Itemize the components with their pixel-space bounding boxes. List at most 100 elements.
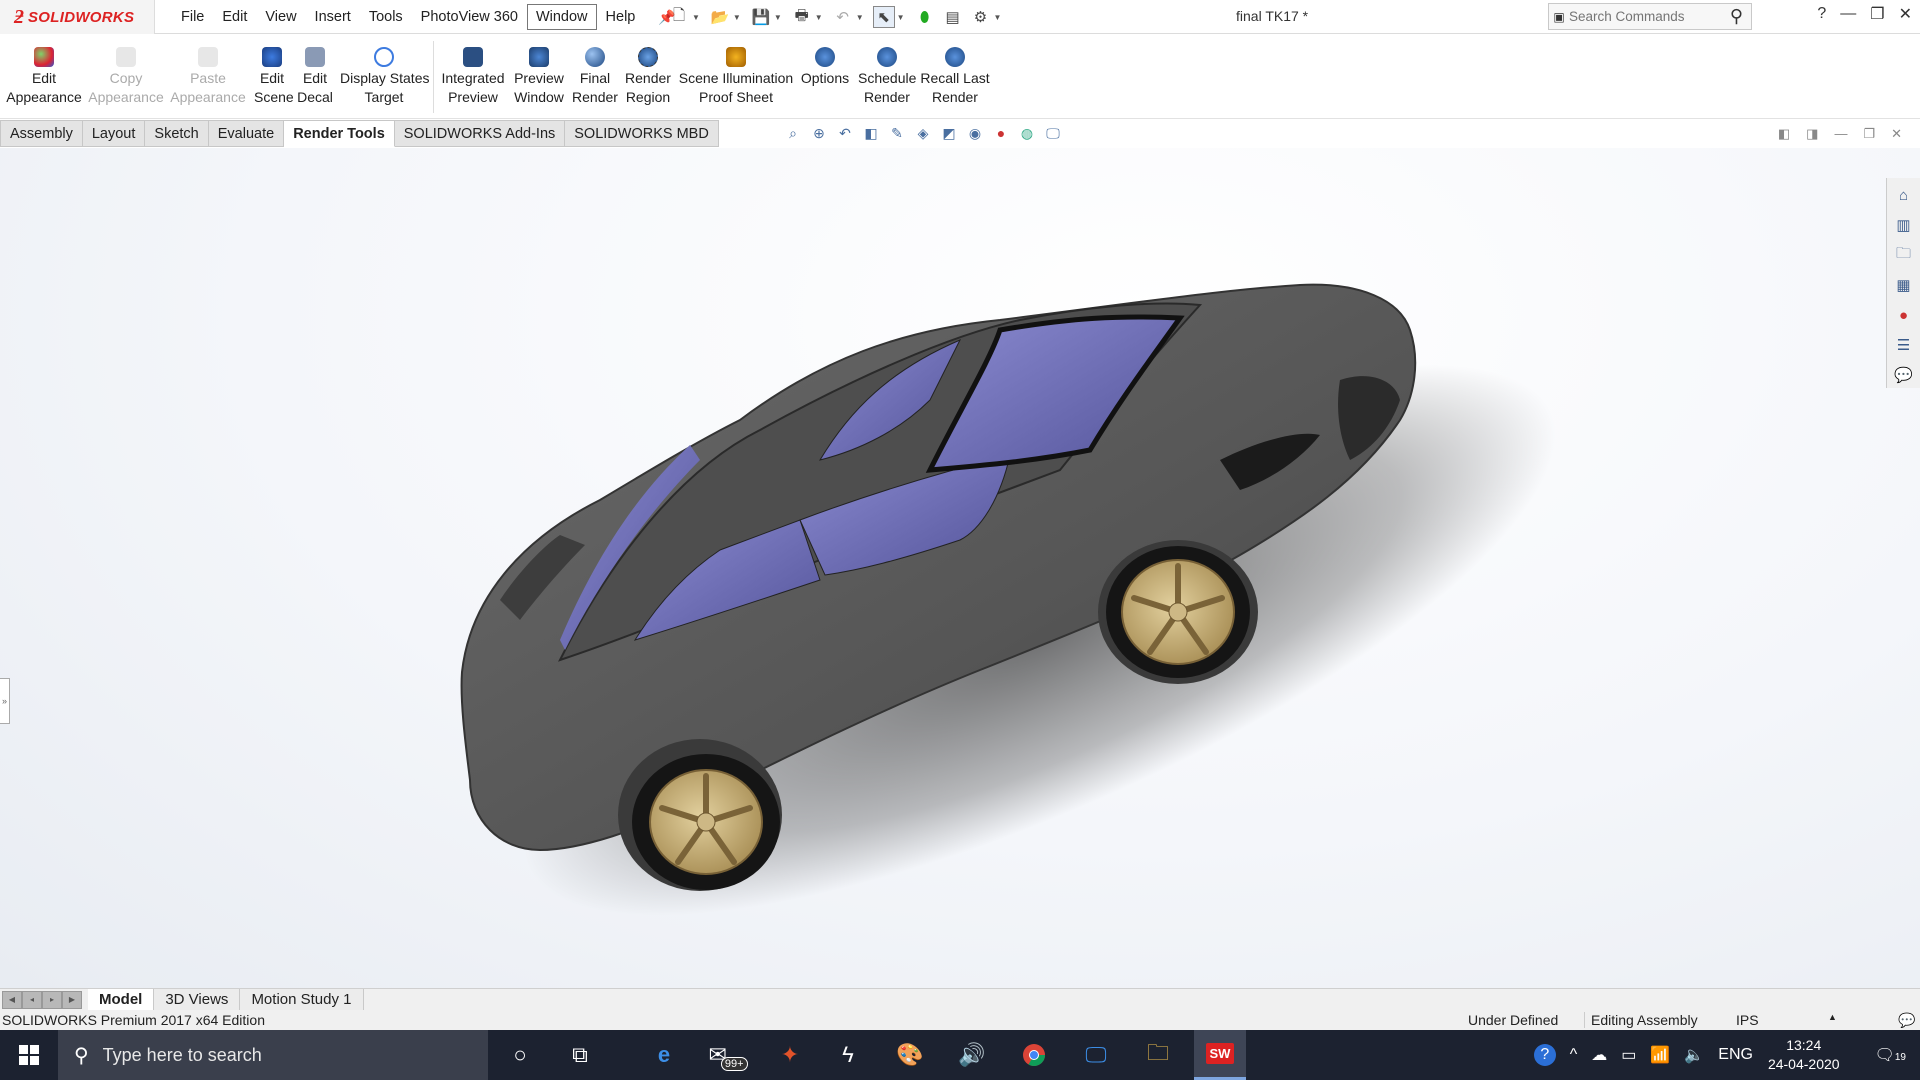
- minimize-icon[interactable]: —: [1840, 5, 1856, 23]
- task-view-icon[interactable]: ⧉: [554, 1030, 606, 1080]
- close-icon[interactable]: ✕: [1891, 126, 1902, 142]
- search-input[interactable]: [1569, 9, 1719, 24]
- menu-insert[interactable]: Insert: [306, 4, 360, 30]
- chevron-down-icon[interactable]: ▼: [897, 13, 905, 22]
- edit-scene-button[interactable]: Edit Scene: [254, 47, 294, 107]
- edit-decal-button[interactable]: Edit Decal: [296, 47, 334, 107]
- file-properties-icon[interactable]: ▤: [942, 6, 964, 28]
- edit-appearance-button[interactable]: Edit Appearance: [6, 47, 82, 107]
- tab-3d-views[interactable]: 3D Views: [154, 988, 241, 1011]
- paint-icon[interactable]: 🎨: [884, 1030, 936, 1080]
- file-explorer-icon[interactable]: 🗀: [1894, 244, 1914, 266]
- volume-icon[interactable]: 🔈: [1684, 1045, 1704, 1065]
- render-region-button[interactable]: Render Region: [623, 47, 673, 107]
- tab-solidworks-mbd[interactable]: SOLIDWORKS MBD: [565, 120, 719, 147]
- undo-icon[interactable]: ↶: [832, 6, 854, 28]
- edge-browser-icon[interactable]: e: [638, 1030, 690, 1080]
- help-icon[interactable]: ?: [1817, 5, 1826, 23]
- final-render-button[interactable]: Final Render: [570, 47, 620, 107]
- zoom-to-area-icon[interactable]: ⊕: [809, 123, 829, 143]
- tab-assembly[interactable]: Assembly: [0, 120, 83, 147]
- section-view-icon[interactable]: ◧: [861, 123, 881, 143]
- tab-evaluate[interactable]: Evaluate: [208, 120, 285, 147]
- menu-help[interactable]: Help: [597, 4, 645, 30]
- cortana-icon[interactable]: ○: [494, 1030, 546, 1080]
- display-style-icon[interactable]: ◩: [939, 123, 959, 143]
- units-status[interactable]: IPS: [1736, 1012, 1759, 1028]
- app-icon[interactable]: ✦: [764, 1030, 816, 1080]
- options-gear-icon[interactable]: ⚙: [970, 6, 992, 28]
- tab-solidworks-addins[interactable]: SOLIDWORKS Add-Ins: [394, 120, 566, 147]
- save-icon[interactable]: 💾: [750, 6, 772, 28]
- taskbar-search-box[interactable]: ⚲ Type here to search: [58, 1030, 488, 1080]
- recall-last-render-button[interactable]: Recall Last Render: [920, 47, 990, 107]
- preview-window-button[interactable]: Preview Window: [513, 47, 565, 107]
- solidworks-logo[interactable]: ƻ SOLIDWORKS: [0, 0, 155, 34]
- previous-tab-icon[interactable]: ◂: [22, 990, 42, 1009]
- open-folder-icon[interactable]: 📂: [709, 6, 731, 28]
- chevron-down-icon[interactable]: ▼: [856, 13, 864, 22]
- apply-scene-icon[interactable]: ◍: [1017, 123, 1037, 143]
- design-library-icon[interactable]: ▥: [1894, 214, 1914, 236]
- appearances-icon[interactable]: ●: [1894, 304, 1914, 326]
- forum-icon[interactable]: 💬: [1894, 364, 1914, 386]
- chevron-down-icon[interactable]: ▼: [692, 13, 700, 22]
- previous-view-icon[interactable]: ↶: [835, 123, 855, 143]
- clock[interactable]: 13:24 24-04-2020: [1768, 1036, 1840, 1074]
- chevron-up-icon[interactable]: ▲: [1828, 1012, 1837, 1022]
- help-icon[interactable]: ?: [1533, 1044, 1556, 1066]
- custom-properties-icon[interactable]: ☰: [1894, 334, 1914, 356]
- search-icon[interactable]: ⚲: [1730, 6, 1743, 27]
- options-button[interactable]: Options: [798, 47, 852, 88]
- remote-desktop-icon[interactable]: 🖵: [1070, 1030, 1122, 1080]
- scene-illumination-proof-sheet-button[interactable]: Scene Illumination Proof Sheet: [678, 47, 794, 107]
- wifi-icon[interactable]: 📶: [1650, 1045, 1670, 1065]
- tab-sketch[interactable]: Sketch: [145, 120, 209, 147]
- schedule-render-button[interactable]: Schedule Render: [858, 47, 916, 107]
- print-icon[interactable]: 🖶: [791, 6, 813, 28]
- restore-icon[interactable]: ❐: [1863, 126, 1875, 142]
- edit-appearance-icon[interactable]: ●: [991, 123, 1011, 143]
- minimize-icon[interactable]: —: [1834, 126, 1847, 142]
- menu-edit[interactable]: Edit: [213, 4, 256, 30]
- dynamic-annotation-icon[interactable]: ✎: [887, 123, 907, 143]
- new-document-icon[interactable]: 🗋: [668, 6, 690, 28]
- tab-model[interactable]: Model: [88, 988, 155, 1011]
- view-palette-icon[interactable]: ▦: [1894, 274, 1914, 296]
- mail-icon[interactable]: ✉ 99+: [702, 1030, 754, 1080]
- start-button[interactable]: [0, 1030, 58, 1080]
- restore-icon[interactable]: ❐: [1870, 4, 1884, 24]
- home-icon[interactable]: ⌂: [1894, 184, 1914, 206]
- split-right-icon[interactable]: ◨: [1806, 126, 1818, 142]
- language-indicator[interactable]: ENG: [1718, 1046, 1753, 1064]
- tab-render-tools[interactable]: Render Tools: [284, 120, 395, 147]
- search-commands[interactable]: ▣ ⚲: [1548, 3, 1752, 30]
- view-orientation-icon[interactable]: ◈: [913, 123, 933, 143]
- last-tab-icon[interactable]: ▶: [62, 990, 82, 1009]
- chevron-down-icon[interactable]: ▼: [994, 13, 1002, 22]
- menu-view[interactable]: View: [256, 4, 305, 30]
- chevron-up-icon[interactable]: ^: [1570, 1046, 1578, 1064]
- solidworks-taskbar-icon[interactable]: SW: [1194, 1030, 1246, 1080]
- audio-app-icon[interactable]: 🔊: [946, 1030, 998, 1080]
- notifications-icon[interactable]: 🗨19: [1875, 1045, 1906, 1065]
- next-tab-icon[interactable]: ▸: [42, 990, 62, 1009]
- chevron-down-icon[interactable]: ▼: [774, 13, 782, 22]
- file-explorer-icon[interactable]: 🗀: [1132, 1030, 1184, 1080]
- close-icon[interactable]: ✕: [1899, 4, 1912, 24]
- integrated-preview-button[interactable]: Integrated Preview: [438, 47, 508, 107]
- paste-appearance-button[interactable]: Paste Appearance: [170, 47, 246, 107]
- menu-tools[interactable]: Tools: [360, 4, 412, 30]
- view-settings-icon[interactable]: 🖵: [1043, 123, 1063, 143]
- chevron-down-icon[interactable]: ▼: [733, 13, 741, 22]
- chrome-icon[interactable]: [1008, 1030, 1060, 1080]
- app-lightning-icon[interactable]: ϟ: [822, 1030, 874, 1080]
- copy-appearance-button[interactable]: Copy Appearance: [88, 47, 164, 107]
- onedrive-icon[interactable]: ☁: [1591, 1045, 1607, 1065]
- tooltip-icon[interactable]: 💬: [1898, 1012, 1915, 1029]
- tab-motion-study[interactable]: Motion Study 1: [240, 988, 364, 1011]
- feature-manager-expand-handle[interactable]: »: [0, 678, 10, 724]
- first-tab-icon[interactable]: ◀: [2, 990, 22, 1009]
- menu-photoview[interactable]: PhotoView 360: [412, 4, 527, 30]
- split-left-icon[interactable]: ◧: [1778, 126, 1790, 142]
